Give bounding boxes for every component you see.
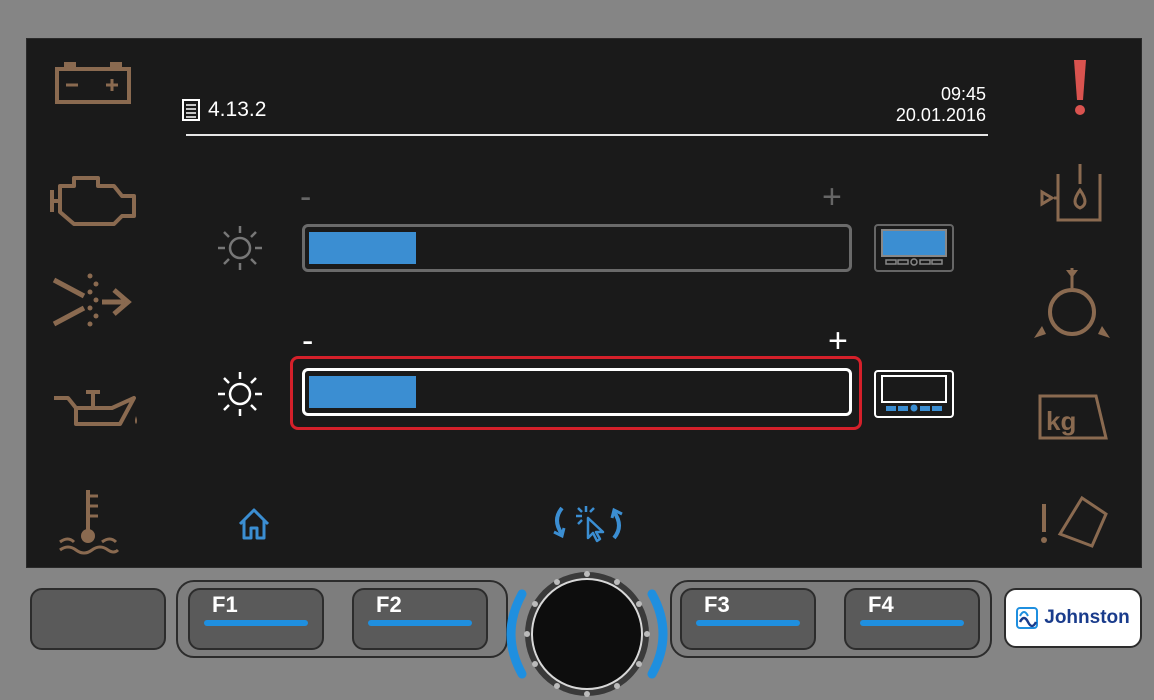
f4-button[interactable]: F4 — [844, 588, 980, 650]
johnston-logo: Johnston — [1004, 588, 1142, 648]
plus-label: + — [822, 178, 842, 216]
time: 09:45 — [940, 84, 986, 104]
engine-icon — [48, 172, 140, 228]
f4-label: F4 — [868, 592, 894, 617]
blank-button[interactable] — [30, 588, 166, 650]
f2-label: F2 — [376, 592, 402, 617]
brand-name: Johnston — [1044, 607, 1130, 628]
brightness-sun-icon-dim — [216, 224, 264, 277]
plus-label-selected: + — [828, 322, 848, 360]
menu-code: 4.13.2 — [208, 98, 267, 121]
header-divider — [186, 134, 988, 136]
rotary-knob[interactable] — [502, 568, 672, 700]
minus-label-selected: - — [302, 322, 314, 360]
f3-label: F3 — [704, 592, 730, 617]
f3-indicator — [696, 620, 800, 626]
coolant-temperature-icon — [58, 486, 124, 556]
menu-header: 4.13.2 — [182, 98, 266, 122]
weight-kg-icon: kg — [1036, 390, 1110, 442]
slider-fill — [309, 376, 416, 408]
menu-list-icon — [182, 99, 200, 121]
johnston-logo-mark-icon — [1016, 607, 1039, 629]
tipping-hopper-icon — [1040, 494, 1110, 550]
brightness-slider-selected[interactable] — [302, 368, 852, 416]
warning-exclamation-icon — [1068, 58, 1092, 118]
f2-button[interactable]: F2 — [352, 588, 488, 650]
f1-button[interactable]: F1 — [188, 588, 324, 650]
f1-indicator — [204, 620, 308, 626]
home-icon[interactable] — [236, 506, 272, 542]
f3-button[interactable]: F3 — [680, 588, 816, 650]
f4-indicator — [860, 620, 964, 626]
display-device-icon-dim — [874, 224, 954, 272]
brightness-sun-icon-selected — [216, 370, 264, 423]
spray-nozzle-icon — [52, 266, 138, 338]
battery-icon — [54, 60, 132, 104]
water-tank-icon — [1040, 162, 1104, 224]
oil-can-icon — [52, 388, 144, 430]
slider-fill — [309, 232, 416, 264]
clock: 09:45 20.01.2016 — [896, 84, 986, 126]
fan-pump-icon — [1030, 266, 1114, 346]
minus-label: - — [300, 178, 312, 216]
display-device-icon-selected — [874, 370, 954, 418]
f2-indicator — [368, 620, 472, 626]
svg-text:kg: kg — [1046, 406, 1076, 436]
rotary-select-icon[interactable] — [548, 502, 628, 544]
brightness-slider-dim[interactable] — [302, 224, 852, 272]
date: 20.01.2016 — [895, 105, 986, 125]
f1-label: F1 — [212, 592, 238, 617]
